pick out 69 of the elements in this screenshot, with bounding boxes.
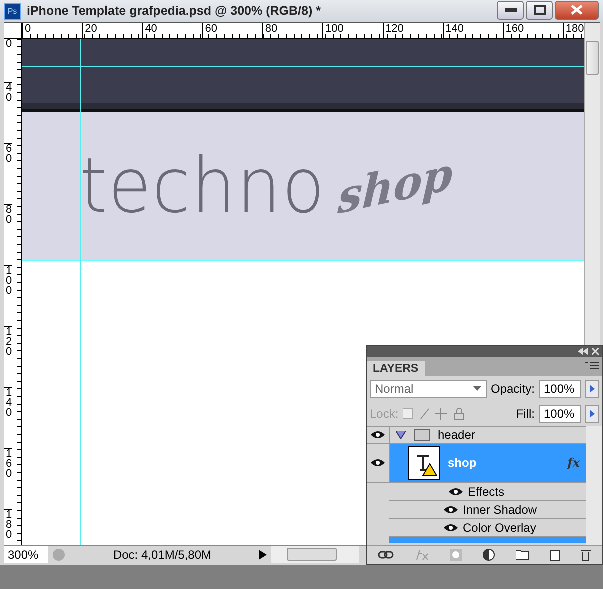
ruler-label: 0 <box>22 23 82 38</box>
blend-mode-dropdown[interactable]: Normal <box>370 380 487 398</box>
layer-row[interactable]: header <box>390 427 586 443</box>
maximize-button[interactable] <box>526 0 553 20</box>
document-size: Doc: 4,01M/5,80M <box>112 548 213 562</box>
minimize-icon <box>504 8 516 12</box>
link-icon[interactable] <box>378 551 394 559</box>
zoom-field[interactable]: 300% <box>4 546 48 563</box>
lock-options-icon[interactable] <box>402 408 467 420</box>
close-icon <box>571 5 583 15</box>
layer-row[interactable]: shop fx <box>390 444 586 482</box>
collapse-icon[interactable] <box>578 348 588 355</box>
ruler-label: 160 <box>4 448 12 509</box>
minimize-button[interactable] <box>497 0 524 20</box>
eye-icon[interactable] <box>371 431 385 439</box>
fx-label: fx <box>568 456 580 470</box>
app-icon: Ps <box>4 2 21 20</box>
logo-script-text: shop <box>337 147 454 225</box>
layer-name: shop <box>448 456 477 470</box>
ruler-label: 0 <box>5 39 12 52</box>
restore-icon <box>534 5 546 15</box>
effects-label: Effects <box>468 484 504 498</box>
ruler-label: 140 <box>4 387 12 448</box>
caret-icon <box>472 386 482 391</box>
ruler-label: 40 <box>4 82 12 143</box>
ruler-corner[interactable] <box>4 23 22 39</box>
ruler-label: 40 <box>142 23 202 38</box>
arrow-icon <box>590 410 594 418</box>
layers-tab[interactable]: LAYERS <box>367 361 425 376</box>
new-layer-icon[interactable] <box>550 550 560 560</box>
fill-label: Fill: <box>516 406 535 420</box>
adjustment-icon[interactable] <box>482 549 495 561</box>
panel-menu-icon[interactable] <box>585 362 599 371</box>
folder-icon[interactable] <box>516 550 530 560</box>
opacity-label: Opacity: <box>490 382 535 396</box>
ruler-label: 120 <box>4 326 12 387</box>
opacity-field[interactable]: 100% <box>539 380 581 398</box>
expanded-arrow-icon[interactable] <box>396 431 406 439</box>
window-title: iPhone Template grafpedia.psd @ 300% (RGB/8) * <box>27 4 322 18</box>
trash-icon[interactable] <box>581 549 592 561</box>
ruler-label: 60 <box>202 23 262 38</box>
eye-icon[interactable] <box>444 524 458 532</box>
effect-name[interactable]: Color Overlay <box>463 520 536 534</box>
ruler-label: 60 <box>4 143 12 204</box>
fill-field[interactable]: 100% <box>539 404 581 422</box>
folder-icon <box>414 429 430 441</box>
ruler-label: 100 <box>322 23 383 38</box>
logo-text: techno <box>80 148 326 224</box>
eye-icon[interactable] <box>371 459 385 467</box>
close-button[interactable] <box>555 0 599 20</box>
lock-label: Lock: <box>370 406 399 420</box>
effect-name[interactable]: Inner Shadow <box>463 502 538 516</box>
layer-name: header <box>438 428 476 442</box>
opacity-arrow-button[interactable] <box>585 380 599 398</box>
horizontal-scrollbar[interactable] <box>271 546 359 563</box>
ruler-label: 20 <box>82 23 142 38</box>
ruler-label: 120 <box>382 23 443 38</box>
ruler-label: 100 <box>4 265 12 326</box>
ruler-label: 160 <box>502 23 563 38</box>
fill-arrow-button[interactable] <box>585 404 599 422</box>
text-layer-thumbnail-icon <box>408 446 440 480</box>
ruler-label: 80 <box>262 23 322 38</box>
arrow-icon <box>590 384 594 392</box>
ruler-label: 140 <box>442 23 503 38</box>
eye-icon[interactable] <box>449 488 463 496</box>
ruler-label: 80 <box>4 204 12 265</box>
layers-scrollbar[interactable] <box>586 426 602 545</box>
close-icon[interactable] <box>592 348 599 355</box>
eye-icon[interactable] <box>444 506 458 514</box>
